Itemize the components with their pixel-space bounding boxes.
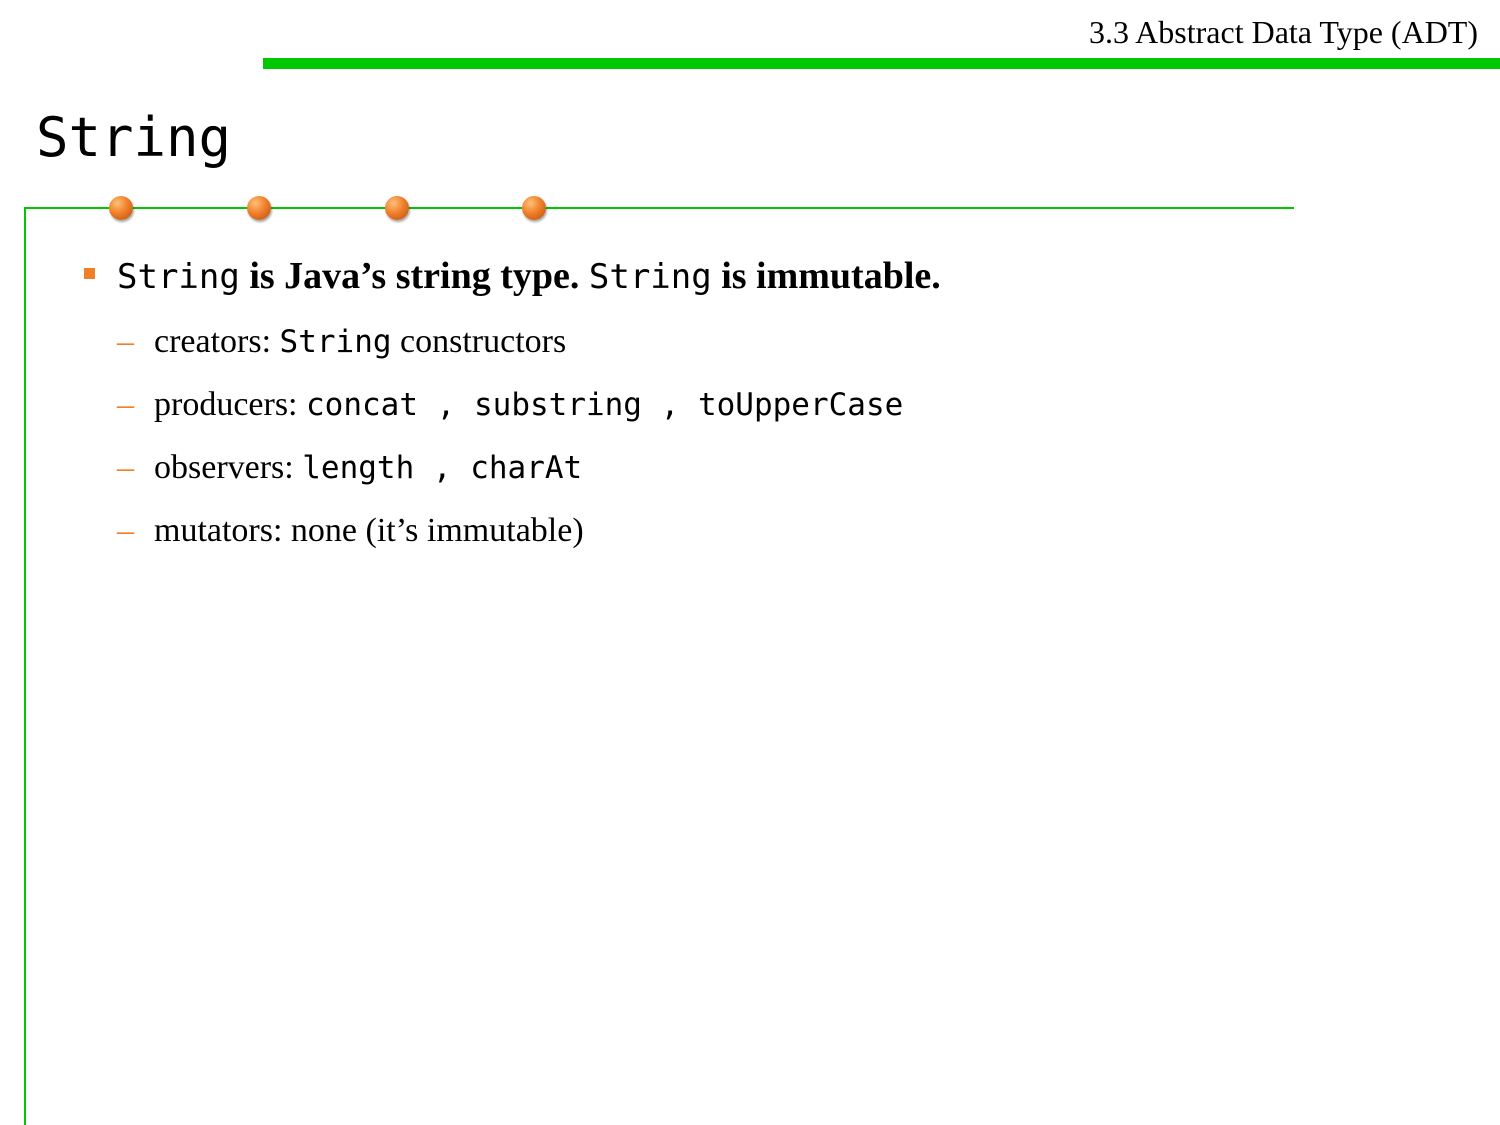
slide-title: String [36, 106, 232, 169]
sub-bullet-text: mutators: none (it’s immutable) [154, 512, 584, 549]
sub-bullet-label: creators: [154, 323, 280, 360]
separator: , [418, 387, 474, 423]
code-string: String [279, 324, 392, 360]
separator: , [414, 450, 471, 486]
section-header: 3.3 Abstract Data Type (ADT) [1088, 14, 1478, 50]
bullet-text: is Java’s string type. [239, 255, 589, 297]
dash-bullet-icon: – [117, 323, 134, 360]
decorative-dot-2 [247, 196, 271, 220]
code-charat: charAt [470, 450, 583, 486]
code-concat: concat [306, 387, 418, 423]
dash-bullet-icon: – [117, 449, 134, 486]
header-rule [263, 58, 1500, 69]
decorative-dot-4 [522, 196, 546, 220]
sub-bullet-observers: – observers: length , charAt [117, 448, 582, 488]
decorative-dot-1 [109, 196, 133, 220]
frame-top-line [24, 207, 1294, 209]
separator: , [641, 387, 698, 423]
code-substring: substring [474, 387, 642, 423]
sub-bullet-text: constructors [391, 323, 567, 360]
code-touppercase: toUpperCase [697, 387, 904, 423]
code-length: length [302, 450, 415, 486]
dash-bullet-icon: – [117, 512, 134, 549]
sub-bullet-producers: – producers: concat , substring , toUpper… [117, 385, 903, 425]
square-bullet-icon [84, 268, 95, 279]
code-string: String [588, 257, 712, 297]
sub-bullet-creators: – creators: String constructors [117, 322, 566, 362]
sub-bullet-label: producers: [154, 386, 307, 423]
dash-bullet-icon: – [117, 386, 134, 423]
bullet-text: is immutable. [711, 255, 941, 297]
code-string: String [117, 257, 240, 297]
frame-left-line [24, 207, 26, 1125]
sub-bullet-mutators: – mutators: none (it’s immutable) [117, 511, 584, 551]
sub-bullet-label: observers: [154, 449, 303, 486]
main-bullet: String is Java’s string type. String is … [117, 253, 941, 300]
decorative-dot-3 [385, 196, 409, 220]
